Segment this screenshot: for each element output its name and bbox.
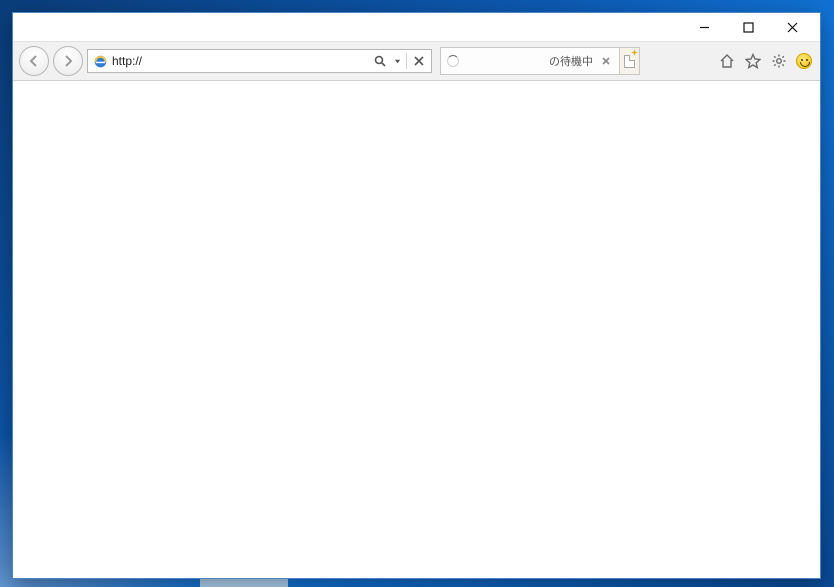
address-bar[interactable] — [87, 49, 432, 73]
back-button[interactable] — [19, 46, 49, 76]
window-maximize-button[interactable] — [726, 13, 770, 41]
new-tab-button[interactable] — [620, 47, 640, 75]
new-tab-sparkle-icon — [631, 49, 638, 56]
tools-gear-icon[interactable] — [770, 52, 788, 70]
search-dropdown-icon[interactable] — [392, 49, 402, 73]
browser-window: の待機中 — [12, 12, 821, 579]
tab-label: の待機中 — [465, 53, 593, 69]
search-icon[interactable] — [372, 49, 388, 73]
address-input[interactable] — [112, 54, 368, 68]
browser-toolbar: の待機中 — [13, 41, 820, 81]
stop-reload-icon[interactable] — [411, 49, 427, 73]
home-icon[interactable] — [718, 52, 736, 70]
loading-spinner-icon — [447, 55, 459, 67]
ie-logo-icon — [92, 53, 108, 69]
tab-active[interactable]: の待機中 — [440, 47, 620, 75]
toolbar-right-icons — [718, 52, 814, 70]
feedback-smiley-icon[interactable] — [796, 53, 812, 69]
page-content-area[interactable] — [13, 81, 820, 578]
tab-close-button[interactable] — [599, 54, 613, 68]
window-minimize-button[interactable] — [682, 13, 726, 41]
forward-button[interactable] — [53, 46, 83, 76]
tab-strip: の待機中 — [440, 47, 640, 75]
address-separator — [406, 53, 407, 69]
new-tab-page-icon — [624, 55, 635, 68]
window-close-button[interactable] — [770, 13, 814, 41]
favorites-star-icon[interactable] — [744, 52, 762, 70]
window-titlebar[interactable] — [13, 13, 820, 41]
